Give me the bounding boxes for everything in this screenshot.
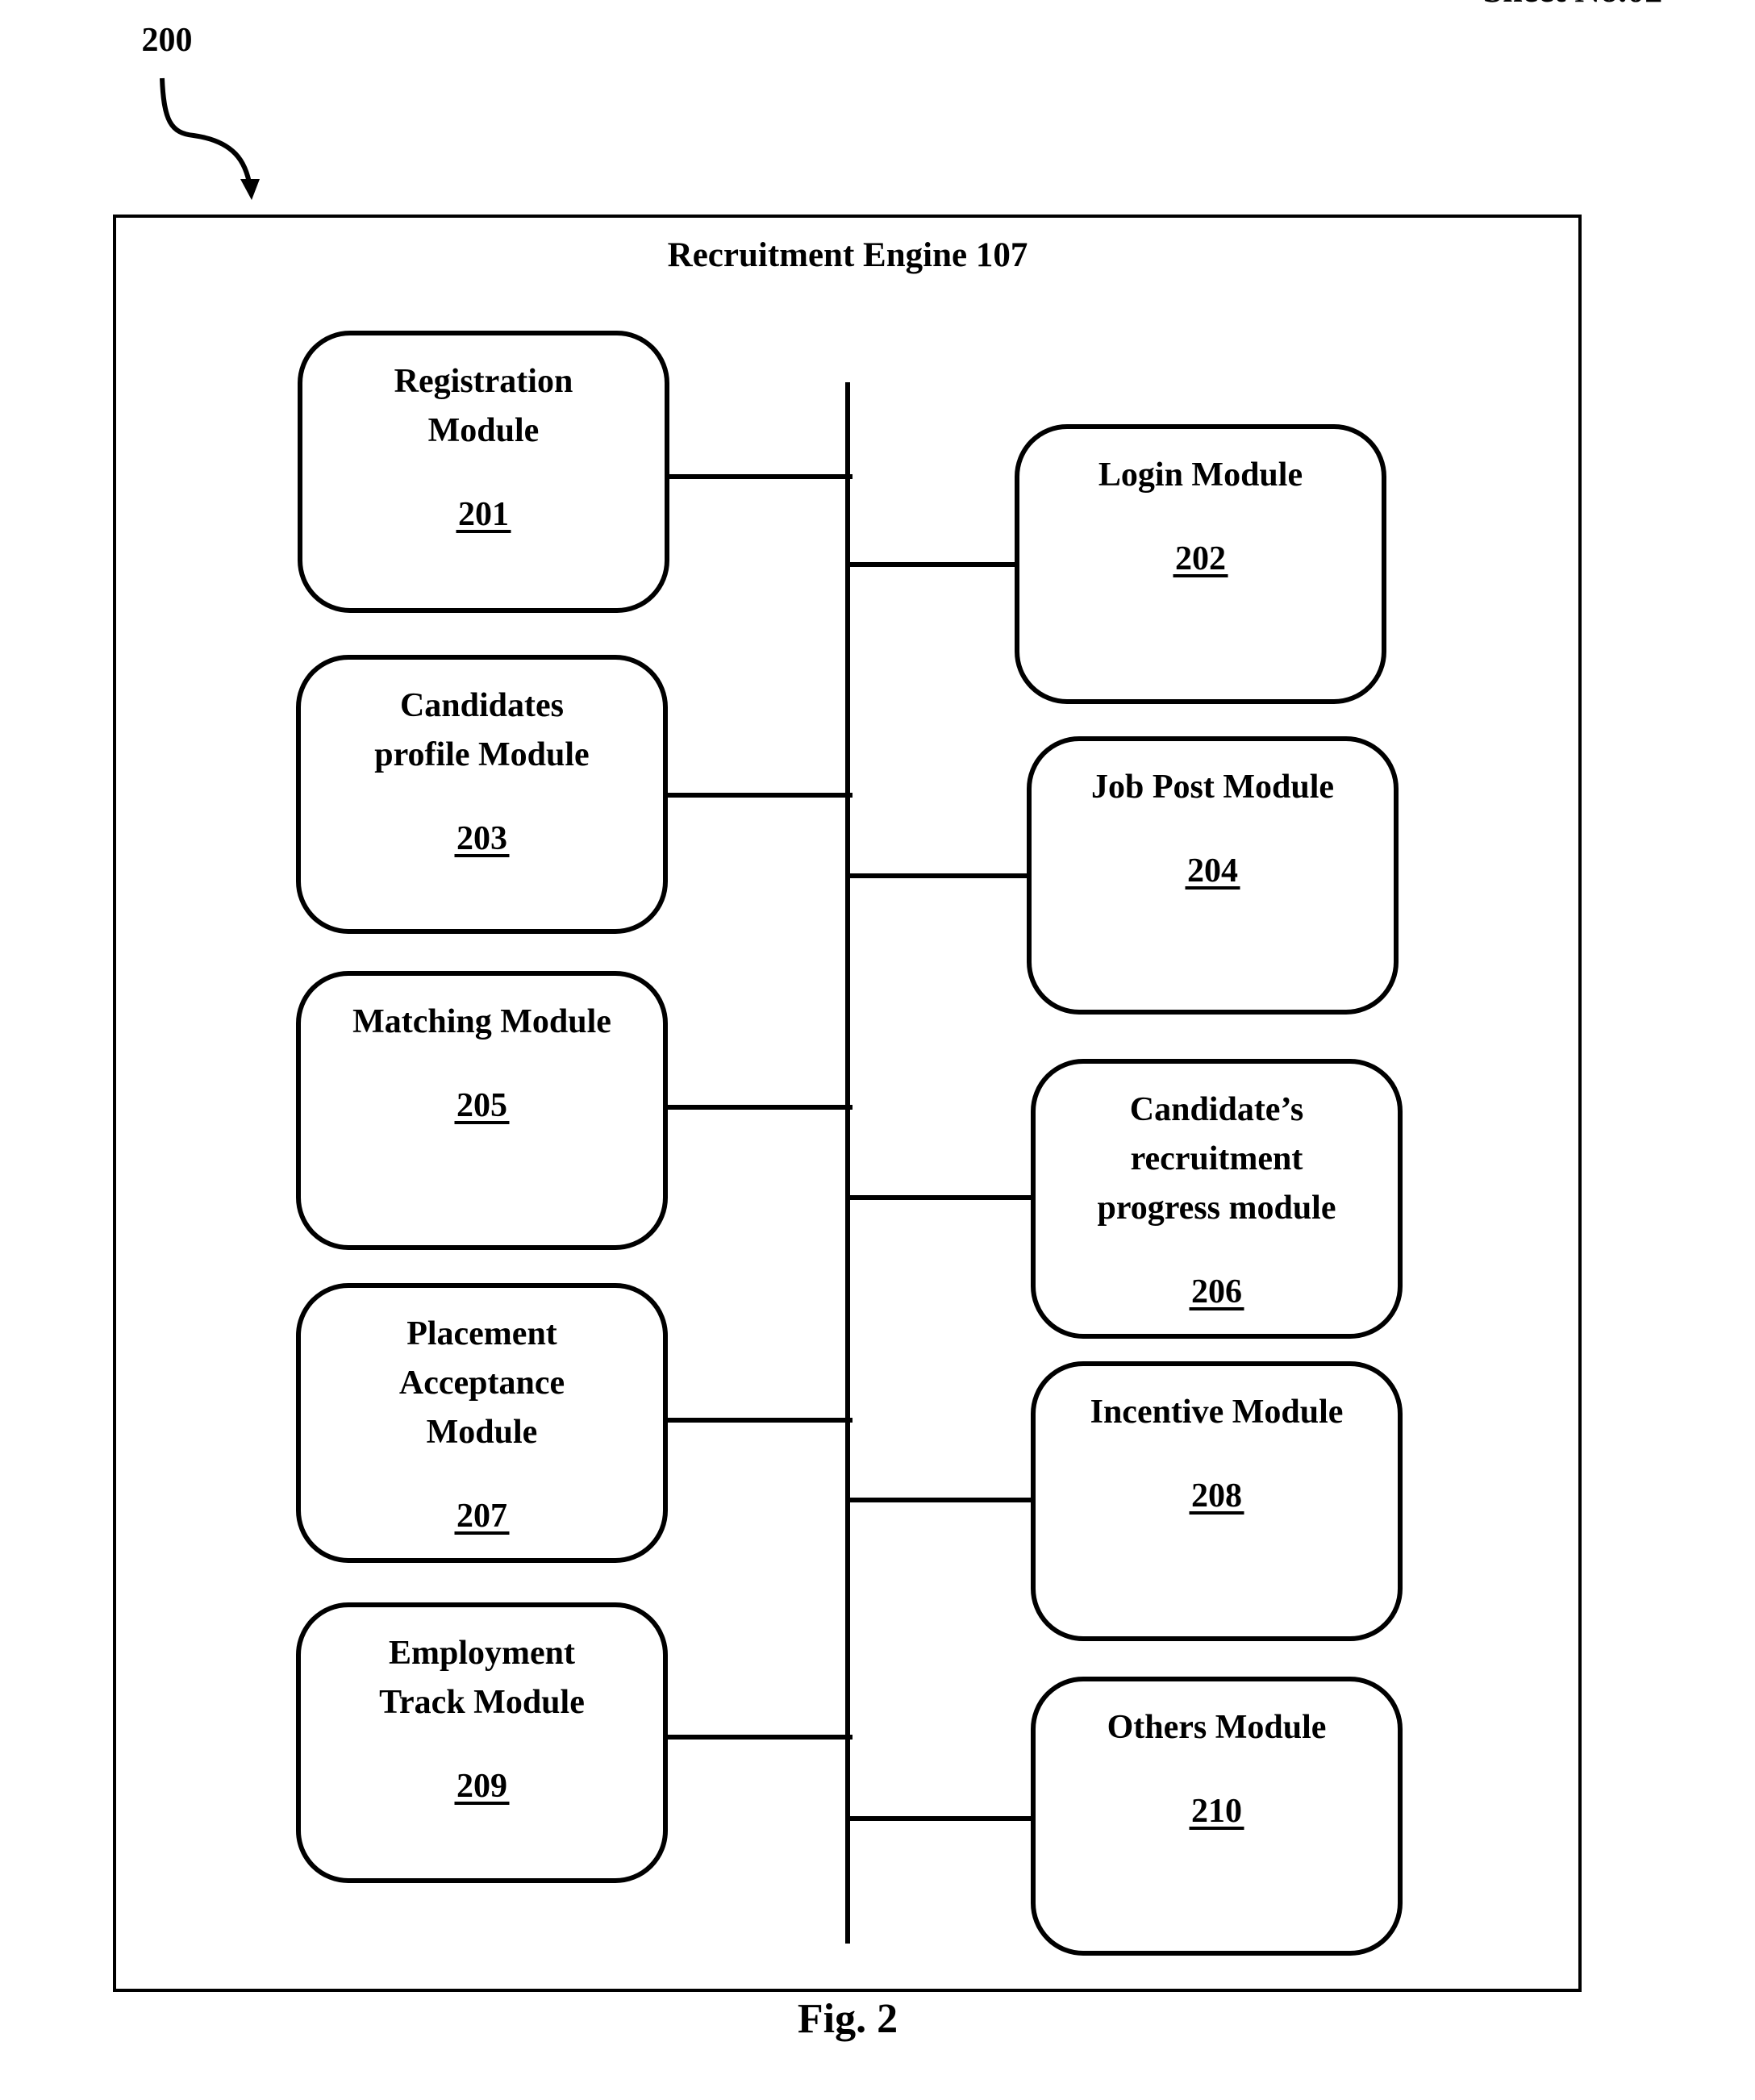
diagram-canvas: Sheet No.02 200 Recruitment Engine 107 R… xyxy=(113,0,1662,2042)
module-title-line: progress module xyxy=(1098,1190,1336,1227)
module-number: 210 xyxy=(1191,1793,1242,1830)
module-number: 207 xyxy=(456,1498,507,1535)
reference-arrowhead-icon xyxy=(240,179,260,200)
module-205: Matching Module 205 xyxy=(296,971,852,1250)
module-title-line: Candidates xyxy=(400,687,564,724)
module-201: Registration Module 201 xyxy=(298,331,852,613)
module-number: 208 xyxy=(1191,1477,1242,1515)
figure-caption: Fig. 2 xyxy=(798,1996,898,2042)
module-title-line: Placement xyxy=(406,1315,557,1352)
module-title-line: Registration xyxy=(394,363,573,400)
module-206: Candidate’s recruitment progress module 206 xyxy=(845,1059,1403,1339)
container-title: Recruitment Engine 107 xyxy=(668,236,1028,274)
module-title-line: Acceptance xyxy=(399,1365,565,1402)
module-title-line: Job Post Module xyxy=(1091,769,1334,806)
figure-reference-label: 200 xyxy=(142,22,193,59)
module-202: Login Module 202 xyxy=(845,424,1386,704)
module-title-line: Login Module xyxy=(1098,456,1303,494)
module-title-line: Module xyxy=(427,1414,538,1451)
module-title-line: recruitment xyxy=(1131,1140,1303,1177)
module-title-line: Module xyxy=(428,412,540,449)
module-207: Placement Acceptance Module 207 xyxy=(296,1283,852,1563)
module-208: Incentive Module 208 xyxy=(845,1361,1403,1641)
sheet-label: Sheet No.02 xyxy=(1483,0,1662,10)
module-title-line: Matching Module xyxy=(352,1003,611,1040)
module-204: Job Post Module 204 xyxy=(845,736,1399,1015)
module-number: 203 xyxy=(456,820,507,857)
module-203: Candidates profile Module 203 xyxy=(296,655,852,934)
module-number: 202 xyxy=(1175,540,1226,577)
module-title-line: Incentive Module xyxy=(1090,1394,1344,1431)
module-209: Employment Track Module 209 xyxy=(296,1602,852,1883)
module-title-line: profile Module xyxy=(374,736,589,773)
module-number: 206 xyxy=(1191,1273,1242,1310)
module-title-line: Others Module xyxy=(1107,1709,1327,1746)
module-number: 205 xyxy=(456,1087,507,1124)
module-number: 209 xyxy=(456,1768,507,1805)
module-number: 204 xyxy=(1187,852,1238,890)
module-number: 201 xyxy=(458,496,509,533)
module-title-line: Candidate’s xyxy=(1130,1091,1303,1128)
module-title-line: Employment xyxy=(389,1635,575,1672)
reference-arrow-icon xyxy=(160,77,252,188)
module-210: Others Module 210 xyxy=(845,1677,1403,1956)
module-title-line: Track Module xyxy=(379,1684,585,1721)
